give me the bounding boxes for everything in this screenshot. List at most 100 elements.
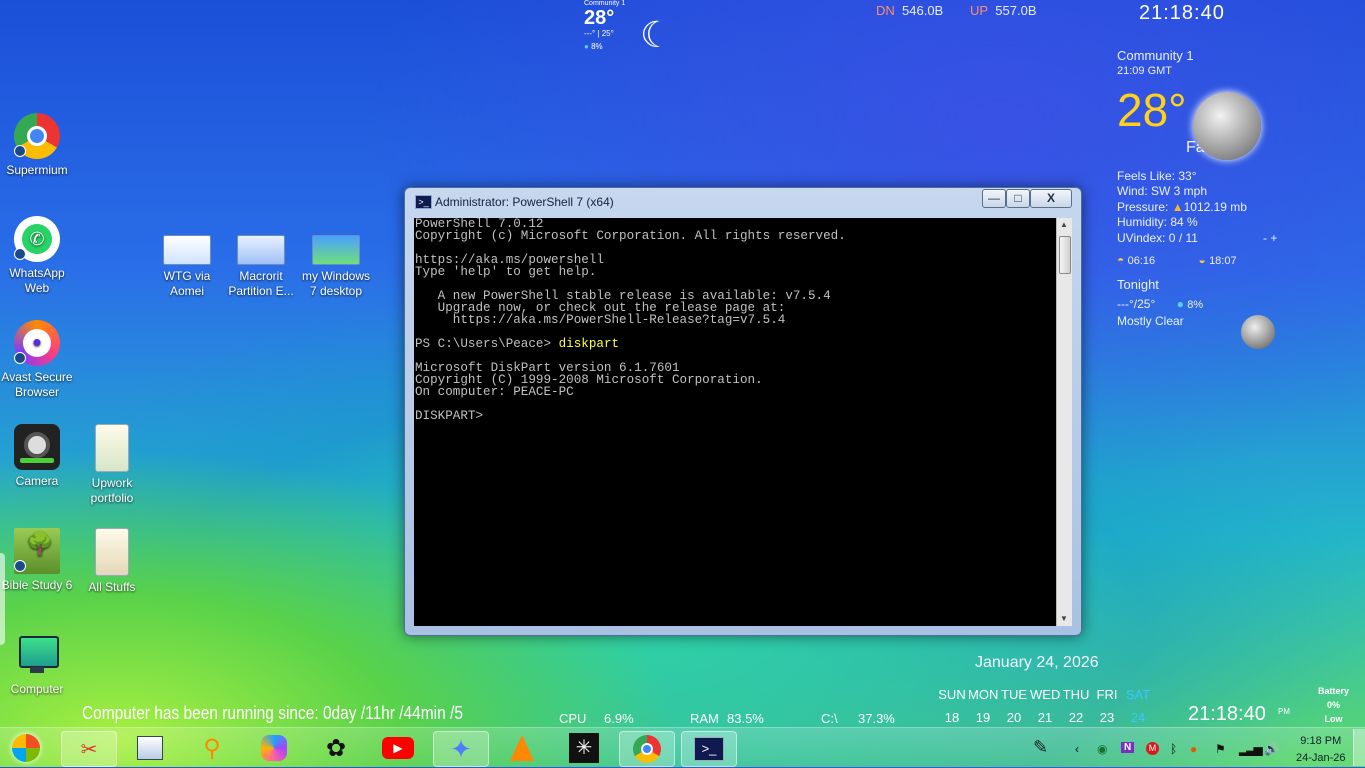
scroll-thumb[interactable] — [1059, 236, 1071, 274]
scissors-icon: ✂ — [80, 738, 98, 761]
console-output[interactable]: PowerShell 7.0.12 Copyright (c) Microsof… — [414, 218, 1056, 626]
desktop-icon-label: WhatsApp Web — [9, 266, 65, 295]
weather-panel: Community 1 21:09 GMT 28° Fair Feels Lik… — [1117, 48, 1307, 349]
minimize-button[interactable]: — — [982, 189, 1006, 208]
powershell-icon: >_ — [415, 195, 432, 209]
battery-value: 0% — [1327, 700, 1341, 710]
flag-icon[interactable]: ⚑ — [1215, 742, 1226, 756]
date-long: January 24, 2026 — [975, 654, 1099, 671]
start-button[interactable] — [1, 731, 51, 765]
net-down-value: 546.0B — [902, 3, 944, 18]
humidity: Humidity: 84 % — [1117, 215, 1198, 230]
desktop-icon-supermium[interactable]: Supermium — [0, 113, 75, 178]
cal-date: 20 — [1006, 710, 1022, 725]
desktop-icon-wtg[interactable]: WTG via Aomei — [149, 235, 225, 299]
taskbar-snipping[interactable]: ✂ — [61, 731, 117, 767]
cal-date: 21 — [1037, 710, 1053, 725]
cal-day-today: SAT — [1125, 687, 1151, 702]
taskbar-search[interactable]: ⚲ — [185, 731, 239, 765]
signal-icon[interactable]: ▂▃▅ — [1239, 742, 1263, 756]
net-down: DN 546.0B — [876, 3, 943, 18]
taskbar-vlc[interactable] — [495, 731, 549, 765]
pen-tablet-icon[interactable]: ✎ — [1033, 737, 1048, 758]
ram-label: RAM — [690, 711, 719, 726]
uv-controls[interactable]: - + — [1263, 231, 1277, 245]
desktop-icon-bible-study[interactable]: 🌳 Bible Study 6 — [0, 528, 75, 593]
cal-date: 22 — [1068, 710, 1084, 725]
desktop-icon-all-stuffs[interactable]: All Stuffs — [74, 528, 150, 595]
show-desktop-button[interactable] — [1353, 729, 1365, 766]
desktop-icon-label: Computer — [10, 682, 64, 696]
tray-date: 24-Jan-26 — [1296, 752, 1346, 764]
taskbar-chrome[interactable] — [619, 731, 675, 767]
small-weather-location: Community 1 — [584, 0, 626, 7]
perplexity-icon: ✳ — [569, 733, 599, 763]
small-weather-precip: ● 8% — [584, 42, 625, 51]
desktop-icon-whatsapp[interactable]: ✆ WhatsApp Web — [0, 216, 75, 296]
pressure-up-icon: ▲ — [1171, 199, 1184, 214]
cal-date: 19 — [975, 710, 991, 725]
volume-icon[interactable]: 🔊 — [1264, 742, 1279, 756]
cal-date: 18 — [944, 710, 960, 725]
cpu-label: CPU — [559, 711, 587, 726]
net-up-label: UP — [970, 3, 989, 18]
desktop-icon-label: Bible Study 6 — [1, 578, 73, 592]
cal-day: THU — [1062, 687, 1090, 702]
clock-top: 21:18:40 — [1139, 2, 1225, 24]
cal-day: TUE — [1001, 687, 1027, 702]
net-up-value: 557.0B — [995, 3, 1037, 18]
tonight-condition: Mostly Clear — [1117, 314, 1184, 329]
desktop-icon-label: All Stuffs — [88, 580, 136, 594]
maximize-button[interactable]: □ — [1006, 189, 1030, 208]
chevron-left-icon[interactable]: ‹ — [1075, 742, 1079, 756]
console-command: diskpart — [558, 337, 620, 351]
cal-date: 23 — [1099, 710, 1115, 725]
scroll-up-icon[interactable]: ▲ — [1060, 220, 1068, 229]
sidebar-edge-tab[interactable] — [0, 553, 5, 645]
uv-row: UVindex: 0 / 11 - + — [1117, 231, 1307, 246]
desktop-icon-label: Upwork portfolio — [90, 476, 134, 505]
moon-outline-icon: ☾ — [640, 14, 673, 55]
desktop-icon-avast[interactable]: ● Avast Secure Browser — [0, 320, 75, 400]
cpu-value: 6.9% — [604, 711, 634, 726]
taskbar-explorer[interactable] — [123, 731, 177, 765]
uptime-text: Computer has been running since: 0day /1… — [82, 703, 463, 723]
desktop-icon-my-windows7[interactable]: my Windows 7 desktop — [298, 235, 374, 299]
taskbar-copilot[interactable] — [247, 731, 301, 765]
network-globe-icon[interactable]: ◉ — [1097, 742, 1107, 756]
onenote-icon[interactable]: N — [1121, 742, 1135, 753]
desktop-icon-camera[interactable]: Camera — [0, 424, 75, 489]
small-weather-range: ---° | 25° — [584, 29, 614, 38]
desktop-icon-label: Camera — [15, 474, 59, 488]
mega-icon[interactable]: M — [1146, 742, 1159, 755]
battery-label: Battery — [1318, 686, 1350, 696]
desktop-icon-computer[interactable]: Computer — [0, 632, 75, 697]
desktop-icon-upwork[interactable]: Upwork portfolio — [74, 424, 150, 506]
sun-times: ◓ 06:16 ◒ 18:07 — [1117, 253, 1307, 268]
disk-label: C:\ — [821, 711, 838, 726]
taskbar-gemini[interactable]: ✦ — [433, 731, 489, 767]
close-button[interactable]: X — [1030, 189, 1072, 208]
drop-icon: ● — [1176, 297, 1184, 312]
small-weather-precip-value: 8% — [591, 42, 603, 51]
taskbar-chatgpt[interactable]: ✿ — [309, 731, 363, 765]
clock-bottom-ampm: PM — [1278, 707, 1290, 716]
scroll-down-icon[interactable]: ▼ — [1060, 614, 1068, 623]
cal-day: WED — [1030, 687, 1061, 702]
bluetooth-icon[interactable]: ᛒ — [1170, 742, 1177, 756]
desktop-icon-macrorit[interactable]: Macrorit Partition E... — [223, 235, 299, 299]
taskbar-youtube[interactable]: ▶ — [371, 731, 425, 765]
console-scrollbar[interactable]: ▲ ▼ — [1056, 218, 1072, 626]
taskbar-perplexity[interactable]: ✳ — [557, 731, 611, 765]
sunrise-icon: ◓ — [1117, 252, 1125, 267]
cal-date-today: 24 — [1130, 710, 1146, 725]
tonight-precip: 8% — [1187, 299, 1204, 312]
tray-clock[interactable]: 9:18 PM 24-Jan-26 — [1296, 733, 1346, 767]
powershell-window[interactable]: >_ Administrator: PowerShell 7 (x64) — □… — [404, 187, 1082, 636]
taskbar-powershell[interactable]: >_ — [681, 731, 737, 767]
desktop-icon-label: Avast Secure Browser — [1, 370, 73, 399]
magnifier-icon: ⚲ — [203, 734, 221, 762]
window-titlebar[interactable]: >_ Administrator: PowerShell 7 (x64) — □… — [405, 188, 1081, 215]
antivirus-icon[interactable]: ● — [1190, 742, 1197, 756]
computer-icon — [14, 632, 60, 678]
